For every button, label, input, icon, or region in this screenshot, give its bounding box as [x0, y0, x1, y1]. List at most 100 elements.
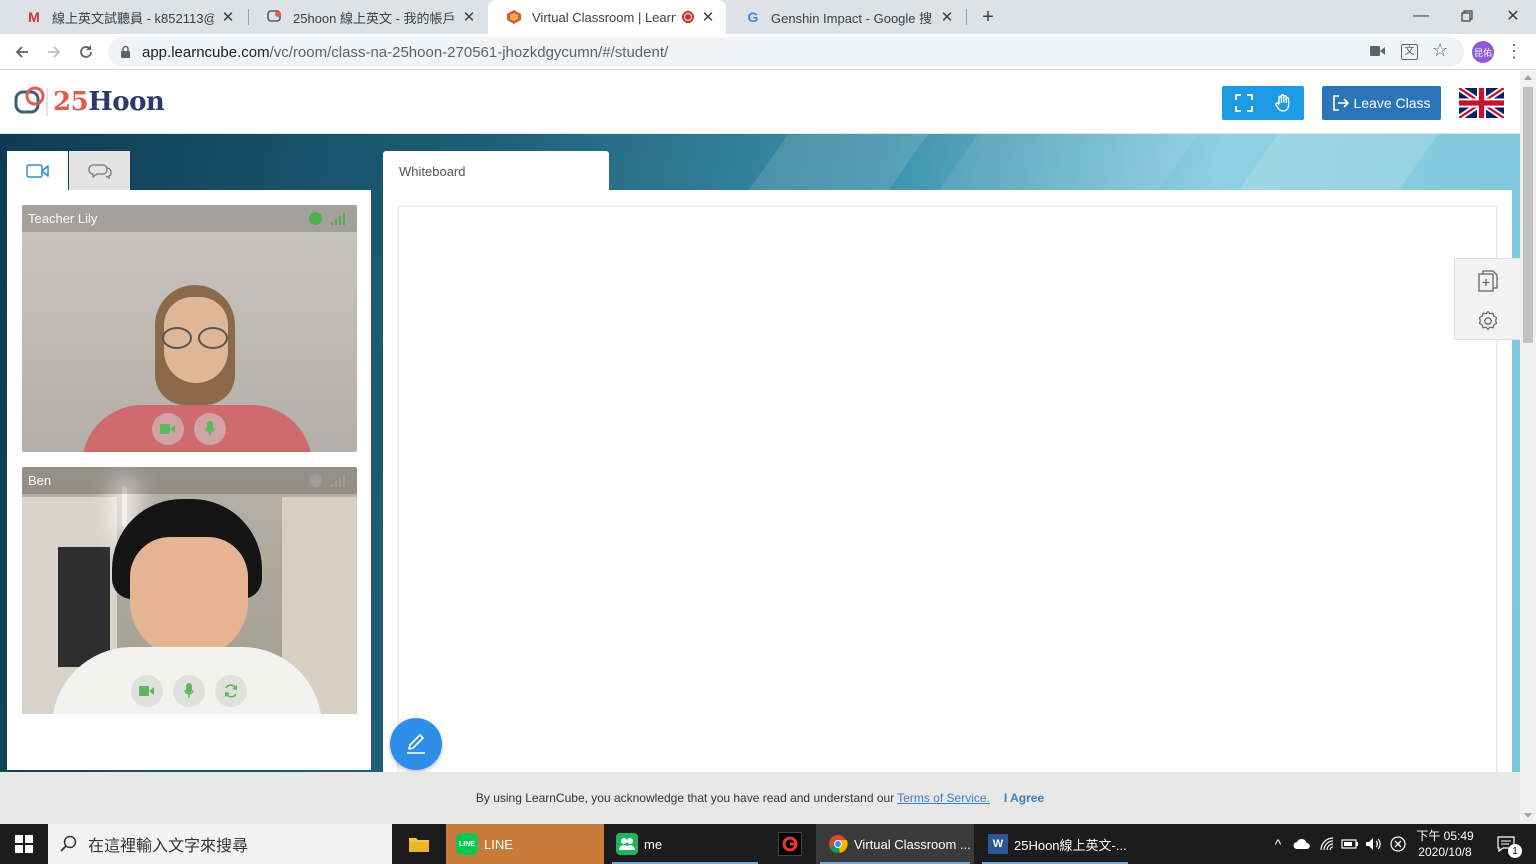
draw-tool-button[interactable]: [390, 718, 442, 770]
tab-title: Genshin Impact - Google 搜尋: [771, 10, 933, 26]
microphone-icon: [205, 421, 215, 436]
exit-icon: [1333, 95, 1350, 111]
lock-icon[interactable]: [120, 45, 131, 62]
action-center-button[interactable]: 1: [1490, 824, 1522, 864]
onedrive-cloud-icon[interactable]: [1292, 824, 1312, 864]
agree-button[interactable]: I Agree: [1004, 791, 1044, 805]
browser-toolbar: app.learncube.com/vc/room/class-na-25hoo…: [0, 34, 1536, 70]
back-icon[interactable]: [8, 38, 36, 66]
scrollbar-thumb[interactable]: [1523, 87, 1533, 343]
browser-menu-icon[interactable]: ⋮: [1504, 40, 1524, 64]
taskbar-search-box[interactable]: 在這裡輸入文字來搜尋: [48, 824, 392, 864]
close-tab-icon[interactable]: ✕: [700, 8, 716, 26]
video-name-bar: Ben: [22, 467, 357, 494]
profile-avatar[interactable]: 昆佑: [1472, 41, 1494, 63]
bookmark-star-icon[interactable]: ☆: [1432, 40, 1448, 61]
tab-chat[interactable]: [69, 151, 130, 191]
wifi-icon[interactable]: [1318, 824, 1338, 864]
line-app-icon: LINE: [456, 833, 478, 855]
app-header: 25Hoon Leave Class: [0, 71, 1520, 134]
browser-tab-25hoon[interactable]: 25hoon 線上英文 - 我的帳戶 My ✕: [249, 0, 487, 34]
camera-icon: [160, 424, 175, 434]
google-icon: G: [747, 9, 759, 25]
reload-icon[interactable]: [72, 38, 100, 66]
scroll-down-icon[interactable]: [1524, 813, 1532, 818]
tab-video[interactable]: [7, 151, 68, 191]
garena-app-icon: [778, 832, 802, 856]
participant-name: Teacher Lily: [28, 211, 98, 226]
add-page-icon[interactable]: [1477, 270, 1499, 295]
new-tab-icon[interactable]: +: [976, 5, 1000, 29]
tab-title: 線上英文試聽員 - k852113@gm: [52, 10, 214, 26]
video-tile-teacher[interactable]: Teacher Lily: [22, 205, 357, 452]
minimize-icon[interactable]: —: [1398, 0, 1444, 32]
address-bar[interactable]: app.learncube.com/vc/room/class-na-25hoo…: [108, 37, 1464, 67]
page-scrollbar[interactable]: [1520, 71, 1536, 824]
glasses-lens: [162, 327, 192, 349]
tab-whiteboard[interactable]: Whiteboard: [383, 151, 609, 191]
forward-icon[interactable]: [40, 38, 68, 66]
network-disconnected-icon[interactable]: [1388, 824, 1408, 864]
camera-toggle-button[interactable]: [131, 675, 163, 707]
url-path: /vc/room/class-na-25hoon-270561-jhozkdgy…: [269, 44, 669, 61]
start-button[interactable]: [0, 824, 48, 864]
browser-tab-learncube[interactable]: Virtual Classroom | LearnCu ✕: [488, 0, 726, 34]
taskbar-item-label: me: [644, 836, 663, 852]
close-tab-icon[interactable]: ✕: [939, 8, 955, 26]
search-icon: [60, 835, 77, 852]
brand-logo[interactable]: 25Hoon: [14, 86, 165, 118]
chrome-icon: [829, 835, 848, 854]
folder-icon: [409, 838, 429, 852]
camera-toggle-button[interactable]: [152, 413, 184, 445]
online-status-icon: [309, 474, 322, 487]
clock-time: 下午 05:49: [1416, 829, 1474, 843]
microphone-toggle-button[interactable]: [194, 413, 226, 445]
camera-icon: [139, 686, 154, 696]
taskbar-app-garena[interactable]: [768, 824, 812, 864]
clock-date: 2020/10/8: [1418, 845, 1472, 859]
url-text[interactable]: app.learncube.com/vc/room/class-na-25hoo…: [142, 44, 668, 61]
close-tab-icon[interactable]: ✕: [220, 8, 236, 26]
profile-label: 昆佑: [1473, 47, 1492, 58]
restore-icon[interactable]: [1444, 0, 1490, 32]
settings-gear-icon[interactable]: [1477, 310, 1499, 335]
video-tile-student[interactable]: Ben: [22, 467, 357, 714]
taskbar-item-label: Virtual Classroom ...: [854, 836, 971, 852]
taskbar-app-chrome[interactable]: Virtual Classroom ...: [816, 824, 974, 864]
taskbar-app-me[interactable]: me: [608, 824, 762, 864]
whiteboard-tab-label: Whiteboard: [399, 164, 466, 179]
terms-of-service-link[interactable]: Terms of Service.: [897, 791, 990, 805]
scroll-up-icon[interactable]: [1524, 75, 1532, 80]
switch-camera-button[interactable]: [215, 675, 247, 707]
windows-logo-icon: [15, 835, 33, 853]
browser-tab-google[interactable]: G Genshin Impact - Google 搜尋 ✕: [727, 0, 965, 34]
browser-tab-gmail[interactable]: M 線上英文試聽員 - k852113@gm ✕: [8, 0, 246, 34]
uk-flag-icon[interactable]: [1459, 88, 1504, 118]
whiteboard-panel: [383, 190, 1512, 772]
camera-in-use-icon[interactable]: [1370, 45, 1386, 60]
cookie-consent-bar: By using LearnCube, you acknowledge that…: [0, 772, 1520, 824]
microphone-toggle-button[interactable]: [173, 675, 205, 707]
show-hidden-icons-chevron-icon[interactable]: ^: [1270, 824, 1286, 864]
taskbar-clock[interactable]: 下午 05:49 2020/10/8: [1412, 824, 1478, 864]
whiteboard-tools: [1454, 258, 1520, 340]
close-tab-icon[interactable]: ✕: [461, 8, 477, 26]
signal-strength-icon: [331, 212, 348, 228]
leave-class-button[interactable]: Leave Class: [1322, 86, 1441, 120]
tab-title: 25hoon 線上英文 - 我的帳戶 My: [293, 10, 455, 26]
fullscreen-icon[interactable]: [1235, 94, 1253, 115]
translate-icon[interactable]: 文: [1401, 44, 1418, 60]
volume-icon[interactable]: [1364, 824, 1384, 864]
tab-separator: [966, 9, 967, 25]
whiteboard-canvas[interactable]: [398, 206, 1497, 772]
taskbar-item-label: LINE: [484, 836, 513, 852]
close-window-icon[interactable]: ✕: [1490, 0, 1536, 32]
video-panel: Teacher Lily Ben: [7, 190, 371, 770]
taskbar-app-line[interactable]: LINE LINE: [446, 824, 604, 864]
raise-hand-icon[interactable]: [1273, 93, 1293, 116]
file-explorer-button[interactable]: [396, 824, 442, 864]
25hoon-icon: [267, 9, 283, 25]
battery-icon[interactable]: [1340, 824, 1360, 864]
taskbar-app-word[interactable]: W 25Hoon線上英文-...: [978, 824, 1132, 864]
shelf: [58, 547, 110, 667]
